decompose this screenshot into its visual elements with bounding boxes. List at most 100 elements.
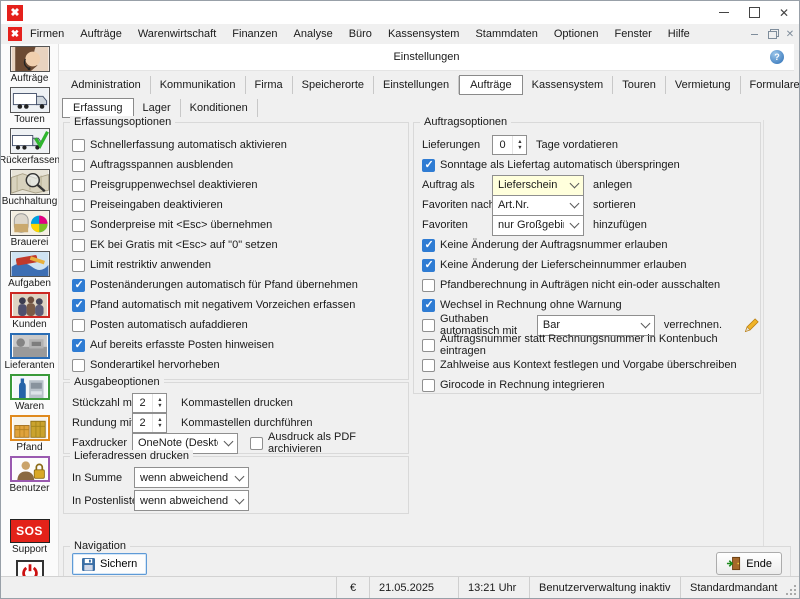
checkbox[interactable] <box>422 238 435 252</box>
tab-einstellungen[interactable]: Einstellungen <box>374 75 460 94</box>
close-button[interactable] <box>769 1 799 24</box>
menu-auftraege[interactable]: Aufträge <box>72 24 130 44</box>
checkbox[interactable] <box>422 298 435 312</box>
checkbox[interactable] <box>72 318 85 332</box>
help-icon[interactable] <box>770 50 784 64</box>
menu-hilfe[interactable]: Hilfe <box>660 24 698 44</box>
option-keine-auftragsnummer[interactable]: Keine Änderung der Auftragsnummer erlaub… <box>414 235 760 255</box>
menu-firmen[interactable]: Firmen <box>22 24 72 44</box>
checkbox[interactable] <box>72 158 85 172</box>
menu-analyse[interactable]: Analyse <box>286 24 341 44</box>
menu-kassensystem[interactable]: Kassensystem <box>380 24 468 44</box>
option-girocode[interactable]: Girocode in Rechnung integrieren <box>414 375 760 395</box>
checkbox[interactable] <box>422 358 435 372</box>
sidebar-item-lieferanten[interactable]: Lieferanten <box>1 333 58 372</box>
resize-grip[interactable] <box>786 585 798 597</box>
favoriten-nach-dropdown[interactable]: Art.Nr. <box>492 194 584 216</box>
option-zahlweise-kontext[interactable]: Zahlweise aus Kontext festlegen und Vorg… <box>414 355 760 375</box>
tab-formulare[interactable]: Formulare <box>741 76 800 94</box>
mdi-restore-button[interactable] <box>763 26 781 42</box>
edit-pencil-icon[interactable] <box>744 317 760 333</box>
checkbox[interactable] <box>72 138 85 152</box>
option-auftragsspannen[interactable]: Auftragsspannen ausblenden <box>72 155 408 175</box>
auftrag-als-dropdown[interactable]: Lieferschein <box>492 174 584 196</box>
sidebar-item-rueckerfassen[interactable]: Rückerfassen <box>1 128 60 167</box>
menu-optionen[interactable]: Optionen <box>546 24 607 44</box>
checkbox[interactable] <box>72 278 85 292</box>
in-postenliste-dropdown[interactable]: wenn abweichend <box>134 490 249 511</box>
option-ek-gratis[interactable]: EK bei Gratis mit <Esc> auf "0" setzen <box>72 235 408 255</box>
option-preisgruppenwechsel[interactable]: Preisgruppenwechsel deaktivieren <box>72 175 408 195</box>
mdi-close-button[interactable] <box>781 26 799 42</box>
checkbox[interactable] <box>422 378 435 392</box>
tab-administration[interactable]: Administration <box>62 75 151 94</box>
tab-kommunikation[interactable]: Kommunikation <box>151 75 246 94</box>
menu-finanzen[interactable]: Finanzen <box>224 24 285 44</box>
menu-stammdaten[interactable]: Stammdaten <box>467 24 545 44</box>
checkbox[interactable] <box>72 238 85 252</box>
checkbox[interactable] <box>72 298 85 312</box>
stueckzahl-spinner[interactable]: 2 <box>132 393 167 413</box>
menu-fenster[interactable]: Fenster <box>607 24 660 44</box>
rundung-spinner[interactable]: 2 <box>132 413 167 433</box>
checkbox[interactable] <box>422 338 435 352</box>
checkbox[interactable] <box>72 218 85 232</box>
option-sonderpreise-esc[interactable]: Sonderpreise mit <Esc> übernehmen <box>72 215 408 235</box>
save-button[interactable]: Sichern <box>72 553 148 575</box>
sidebar-item-support[interactable]: SOS Support <box>1 519 58 558</box>
tab-auftraege[interactable]: Aufträge <box>459 74 523 95</box>
sidebar-item-aufgaben[interactable]: Aufgaben <box>1 251 58 290</box>
sidebar-item-buchhaltung[interactable]: Buchhaltung <box>1 169 58 208</box>
spinner-buttons[interactable] <box>152 394 166 412</box>
mdi-minimize-button[interactable] <box>745 26 763 42</box>
option-erfasste-posten-hinweis[interactable]: Auf bereits erfasste Posten hinweisen <box>72 335 408 355</box>
subtab-lager[interactable]: Lager <box>134 98 181 117</box>
exit-button[interactable]: Ende <box>716 552 782 575</box>
option-keine-lieferscheinnummer[interactable]: Keine Änderung der Lieferscheinnummer er… <box>414 255 760 275</box>
option-pfandberechnung[interactable]: Pfandberechnung in Aufträgen nicht ein-o… <box>414 275 760 295</box>
option-postenaenderungen-pfand[interactable]: Postenänderungen automatisch für Pfand ü… <box>72 275 408 295</box>
tab-speicherorte[interactable]: Speicherorte <box>293 75 375 94</box>
subtab-erfassung[interactable]: Erfassung <box>62 97 134 118</box>
menu-warenwirtschaft[interactable]: Warenwirtschaft <box>130 24 224 44</box>
favoriten-dropdown[interactable]: nur Großgebinde <box>492 214 584 236</box>
checkbox[interactable] <box>72 338 85 352</box>
checkbox[interactable] <box>72 358 85 372</box>
menu-buero[interactable]: Büro <box>341 24 380 44</box>
checkbox[interactable] <box>72 198 85 212</box>
option-posten-aufaddieren[interactable]: Posten automatisch aufaddieren <box>72 315 408 335</box>
option-pdf-archivieren[interactable]: Ausdruck als PDF archivieren <box>250 431 408 455</box>
tab-touren[interactable]: Touren <box>613 75 666 94</box>
checkbox[interactable] <box>250 436 263 450</box>
option-wechsel-rechnung[interactable]: Wechsel in Rechnung ohne Warnung <box>414 295 760 315</box>
tab-kassensystem[interactable]: Kassensystem <box>523 75 614 94</box>
sidebar-item-touren[interactable]: Touren <box>1 87 58 126</box>
checkbox[interactable] <box>422 278 435 292</box>
option-sonderartikel[interactable]: Sonderartikel hervorheben <box>72 355 408 375</box>
option-pfand-negativ[interactable]: Pfand automatisch mit negativem Vorzeich… <box>72 295 408 315</box>
sidebar-item-auftraege[interactable]: Aufträge <box>1 46 58 85</box>
tab-firma[interactable]: Firma <box>246 75 293 94</box>
subtab-konditionen[interactable]: Konditionen <box>181 98 258 117</box>
checkbox[interactable] <box>72 258 85 272</box>
checkbox[interactable] <box>72 178 85 192</box>
maximize-button[interactable] <box>739 1 769 24</box>
option-limit-restriktiv[interactable]: Limit restriktiv anwenden <box>72 255 408 275</box>
sidebar-item-brauerei[interactable]: Brauerei <box>1 210 58 249</box>
checkbox[interactable] <box>422 318 435 332</box>
sidebar-item-kunden[interactable]: Kunden <box>1 292 58 331</box>
checkbox[interactable] <box>422 258 435 272</box>
sidebar-item-waren[interactable]: Waren <box>1 374 58 413</box>
sidebar-item-pfand[interactable]: Pfand <box>1 415 58 454</box>
checkbox[interactable] <box>422 158 435 172</box>
minimize-button[interactable] <box>709 1 739 24</box>
spinner-buttons[interactable] <box>152 414 166 432</box>
option-sonntage-ueberspringen[interactable]: Sonntage als Liefertag automatisch übers… <box>414 155 760 175</box>
option-preiseingaben[interactable]: Preiseingaben deaktivieren <box>72 195 408 215</box>
in-summe-dropdown[interactable]: wenn abweichend <box>134 467 249 488</box>
option-schnellerfassung[interactable]: Schnellerfassung automatisch aktivieren <box>72 135 408 155</box>
tab-vermietung[interactable]: Vermietung <box>666 75 741 94</box>
lieferungen-spinner[interactable]: 0 <box>492 135 527 155</box>
option-auftragsnummer-kontenbuch[interactable]: Auftragsnummer statt Rechnungsnummer in … <box>414 333 760 357</box>
sidebar-item-benutzer[interactable]: Benutzer <box>1 456 58 495</box>
